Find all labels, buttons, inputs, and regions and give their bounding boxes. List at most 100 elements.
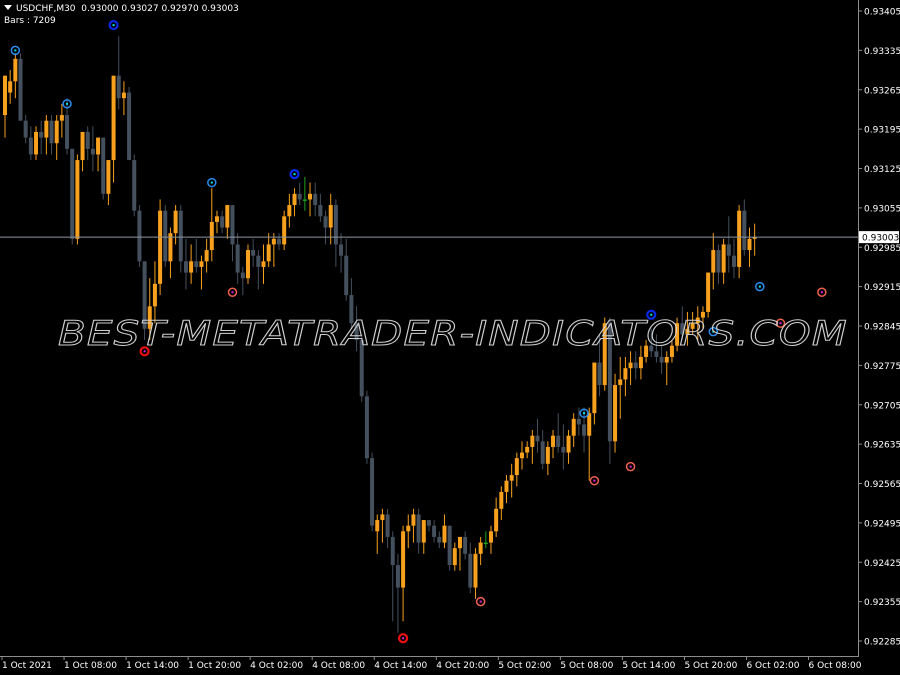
candle [101,137,106,200]
candle [96,137,101,172]
candle [183,238,188,290]
candle [364,390,369,464]
candle [80,131,85,172]
candle [116,36,121,110]
candle-body [75,160,80,239]
candle [452,542,457,571]
current-price-label: 0.93003 [862,234,899,244]
candle [618,356,623,419]
x-tick-label: 1 Oct 08:00 [64,661,117,671]
candle-body [401,531,406,588]
candle-body [230,205,235,245]
candle-body [395,565,400,588]
swing-low-marker [625,461,636,472]
candle-body [664,356,669,363]
candle [230,205,235,262]
candle [18,53,23,121]
y-tick-label: 0.92355 [864,598,900,608]
candle-body [163,210,168,262]
candle-body [551,435,556,447]
candle [158,199,163,296]
candle [370,452,375,532]
candle-body [473,553,478,588]
y-tick-label: 0.93055 [864,204,900,214]
candle-body [411,514,416,526]
candle-body [530,435,535,447]
swing-low-marker [817,287,827,297]
candle [8,70,13,104]
candle-body [235,244,240,273]
candle-body [582,424,587,436]
y-tick-label: 0.92635 [864,441,900,451]
candle-body [132,160,137,211]
candle [478,536,483,566]
candle-body [173,210,178,234]
candle [49,115,54,155]
candle-body [240,272,245,279]
candle-body [499,491,504,509]
candle-body [576,418,581,425]
y-tick-label: 0.93125 [864,165,900,175]
candle-body [194,261,199,267]
candle [282,210,287,251]
candle [261,244,266,284]
swing-low-marker [397,633,409,644]
candle-body [468,553,473,588]
candle [168,227,173,279]
candle [473,548,478,599]
candle [488,525,493,554]
candle [494,497,499,537]
candle-body [189,261,194,273]
marker-dot [758,285,761,288]
candle [747,227,752,267]
x-tick-label: 4 Oct 20:00 [436,661,489,671]
x-tick-label: 1 Oct 14:00 [126,661,179,671]
candle-body [39,131,44,138]
candle [3,75,7,138]
candle [178,205,183,273]
candle [85,126,90,161]
candle-body [323,216,328,228]
candle-body [494,508,499,532]
candle-body [90,148,95,155]
marker-dot [583,412,586,415]
swing-low-marker [475,596,486,607]
swing-high-marker [207,177,217,188]
candle [514,452,519,487]
x-tick-label: 5 Oct 08:00 [560,661,613,671]
candle-body [225,205,230,228]
x-tick-label: 1 Oct 20:00 [188,661,241,671]
marker-dot [231,291,234,294]
candle-body [556,435,561,447]
candle [313,182,318,217]
price-chart[interactable]: BEST-METATRADER-INDICATORS.COM 0.934050.… [0,0,900,675]
y-tick-label: 0.92285 [864,638,900,648]
candle-body [18,58,23,121]
candle [121,81,126,116]
y-tick-label: 0.92915 [864,283,900,293]
x-tick-label: 1 Oct 2021 [2,661,52,671]
candle-body [158,210,163,284]
candle [457,536,462,571]
candle-body [261,261,266,267]
candle [199,255,204,290]
candle [375,514,380,554]
candle [277,233,282,251]
x-tick-label: 4 Oct 02:00 [250,661,303,671]
candle [339,233,344,273]
candle [535,418,540,453]
candle [483,531,488,549]
candle [520,441,524,470]
y-tick-label: 0.92425 [864,559,900,569]
candle [189,244,194,284]
candle-body [344,255,349,296]
candle-body [318,205,323,217]
candle [499,486,504,521]
candle-body [127,92,132,161]
candle-body [251,250,256,256]
candle [235,233,240,284]
candle [251,238,256,267]
candle-body [106,160,111,194]
candle-body [525,446,530,453]
x-tick-label: 6 Oct 02:00 [746,661,799,671]
